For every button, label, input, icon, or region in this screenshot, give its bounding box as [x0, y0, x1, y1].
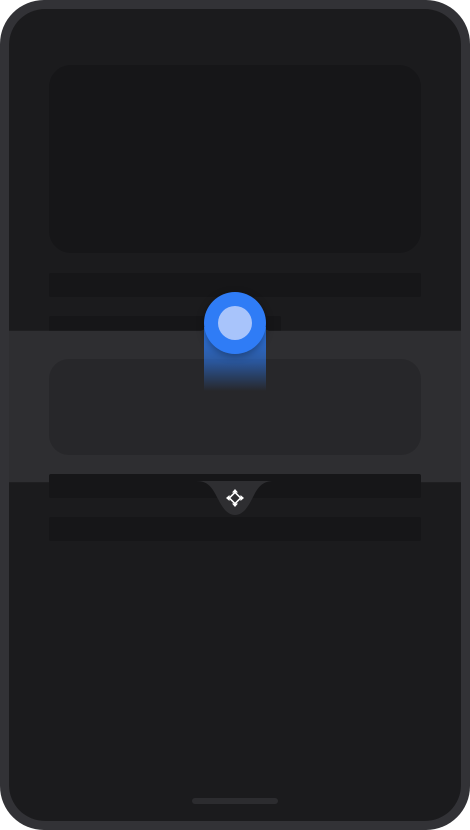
drag-knob-inner	[218, 306, 252, 340]
phone-frame	[0, 0, 470, 830]
text-line-placeholder	[49, 517, 421, 541]
home-indicator[interactable]	[192, 798, 278, 804]
drag-knob-icon[interactable]	[204, 292, 266, 354]
move-arrows-icon[interactable]	[224, 487, 246, 509]
hero-card-placeholder	[49, 65, 421, 253]
screen	[9, 9, 461, 821]
